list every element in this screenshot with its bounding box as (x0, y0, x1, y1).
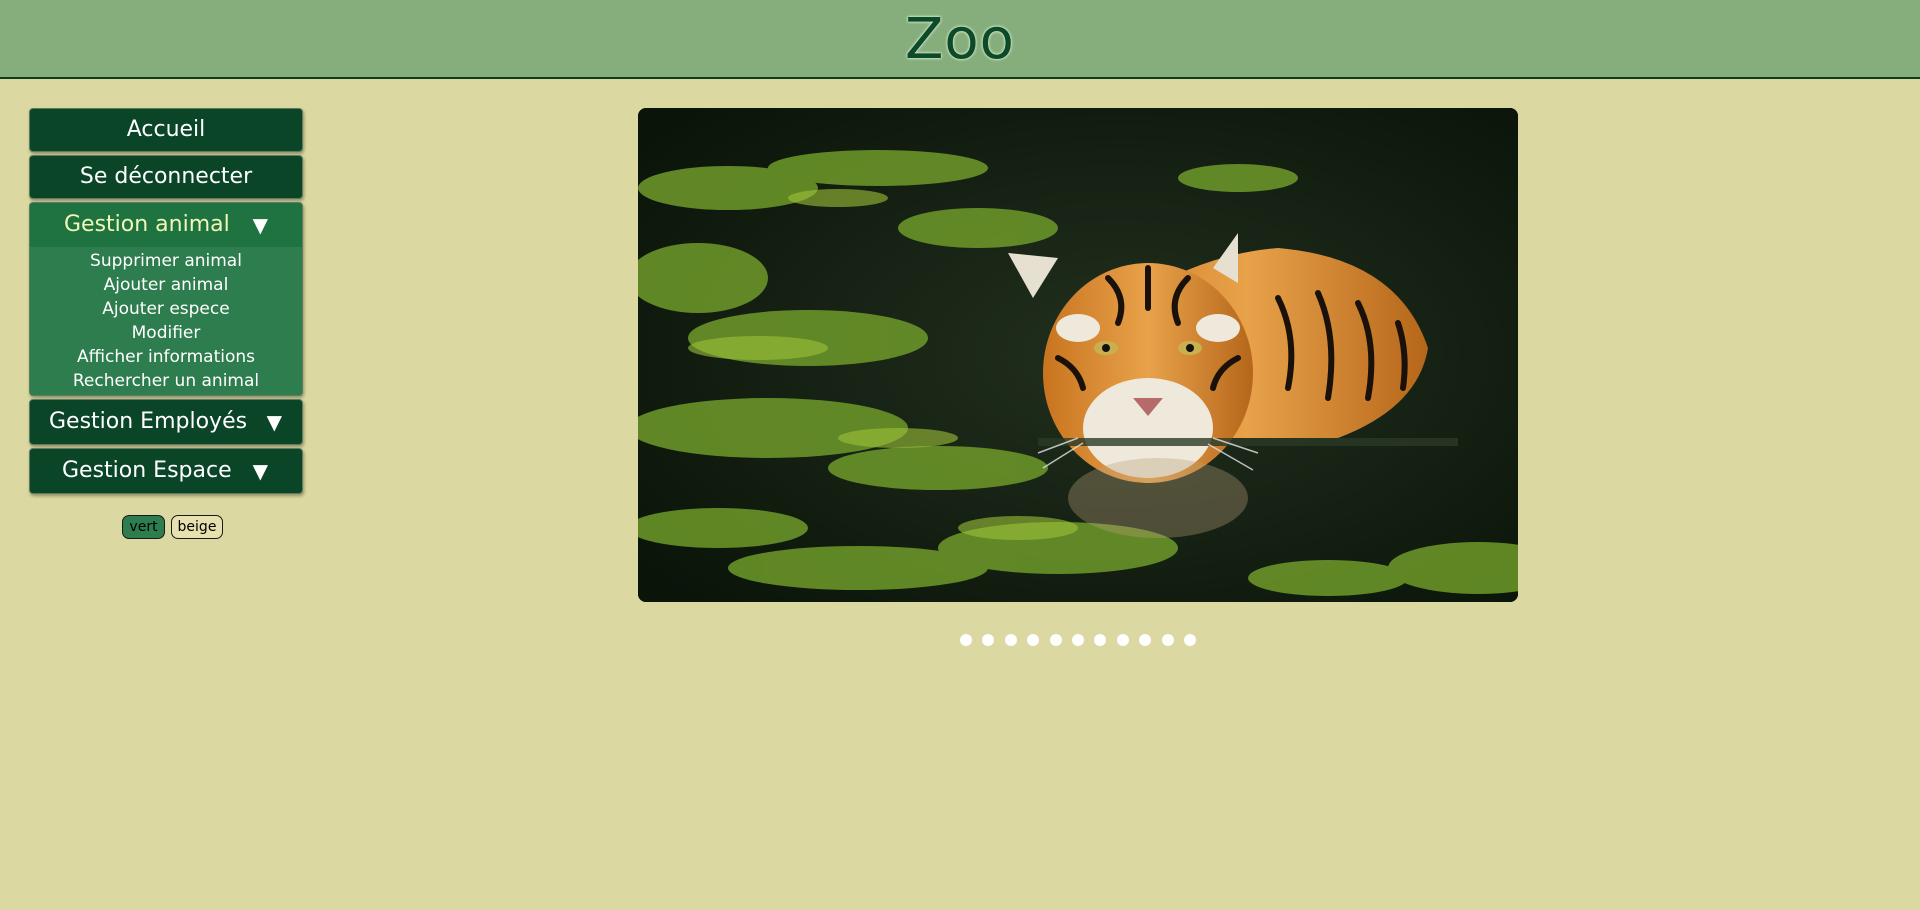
theme-beige-button[interactable]: beige (171, 515, 223, 539)
slideshow-image (638, 108, 1518, 602)
espace-dropdown-label: Gestion Espace (62, 458, 232, 483)
slideshow-dot[interactable] (1094, 634, 1107, 646)
submenu-item-ajouter-espece[interactable]: Ajouter espece (30, 297, 302, 321)
page-header: Zoo (0, 0, 1920, 79)
site-title: Zoo (905, 7, 1015, 72)
slideshow-dot[interactable] (1161, 634, 1174, 646)
animal-submenu: Supprimer animal Ajouter animal Ajouter … (30, 247, 302, 395)
animal-dropdown-toggle[interactable]: Gestion animal ▼ (30, 203, 302, 247)
side-menu: Accueil Se déconnecter Gestion animal ▼ … (29, 108, 303, 497)
animal-dropdown: Gestion animal ▼ Supprimer animal Ajoute… (29, 202, 303, 396)
slideshow-dot[interactable] (982, 634, 995, 646)
submenu-item-ajouter-animal[interactable]: Ajouter animal (30, 273, 302, 297)
submenu-item-rechercher-animal[interactable]: Rechercher un animal (30, 369, 302, 393)
slideshow-dot[interactable] (1004, 634, 1017, 646)
slideshow-dot[interactable] (1072, 634, 1084, 646)
slideshow-dot[interactable] (960, 634, 972, 646)
submenu-item-afficher-informations[interactable]: Afficher informations (30, 345, 302, 369)
employes-dropdown-toggle[interactable]: Gestion Employés ▼ (29, 399, 303, 445)
chevron-down-icon: ▼ (266, 410, 282, 434)
tiger-image (638, 108, 1518, 602)
slideshow-dot[interactable] (1116, 634, 1129, 646)
slideshow-dots (0, 634, 1920, 646)
chevron-down-icon: ▼ (252, 459, 268, 483)
chevron-down-icon: ▼ (252, 213, 268, 237)
slideshow-dot[interactable] (1139, 634, 1152, 646)
espace-dropdown-toggle[interactable]: Gestion Espace ▼ (29, 448, 303, 494)
home-button[interactable]: Accueil (29, 108, 303, 152)
slideshow-dot[interactable] (1049, 634, 1062, 646)
animal-dropdown-label: Gestion animal (64, 212, 230, 237)
slideshow-dot[interactable] (1027, 634, 1040, 646)
theme-vert-button[interactable]: vert (122, 515, 165, 539)
submenu-item-modifier[interactable]: Modifier (30, 321, 302, 345)
employes-dropdown-label: Gestion Employés (49, 409, 248, 434)
slideshow-dot[interactable] (1184, 634, 1196, 646)
submenu-item-supprimer-animal[interactable]: Supprimer animal (30, 249, 302, 273)
logout-button[interactable]: Se déconnecter (29, 155, 303, 199)
